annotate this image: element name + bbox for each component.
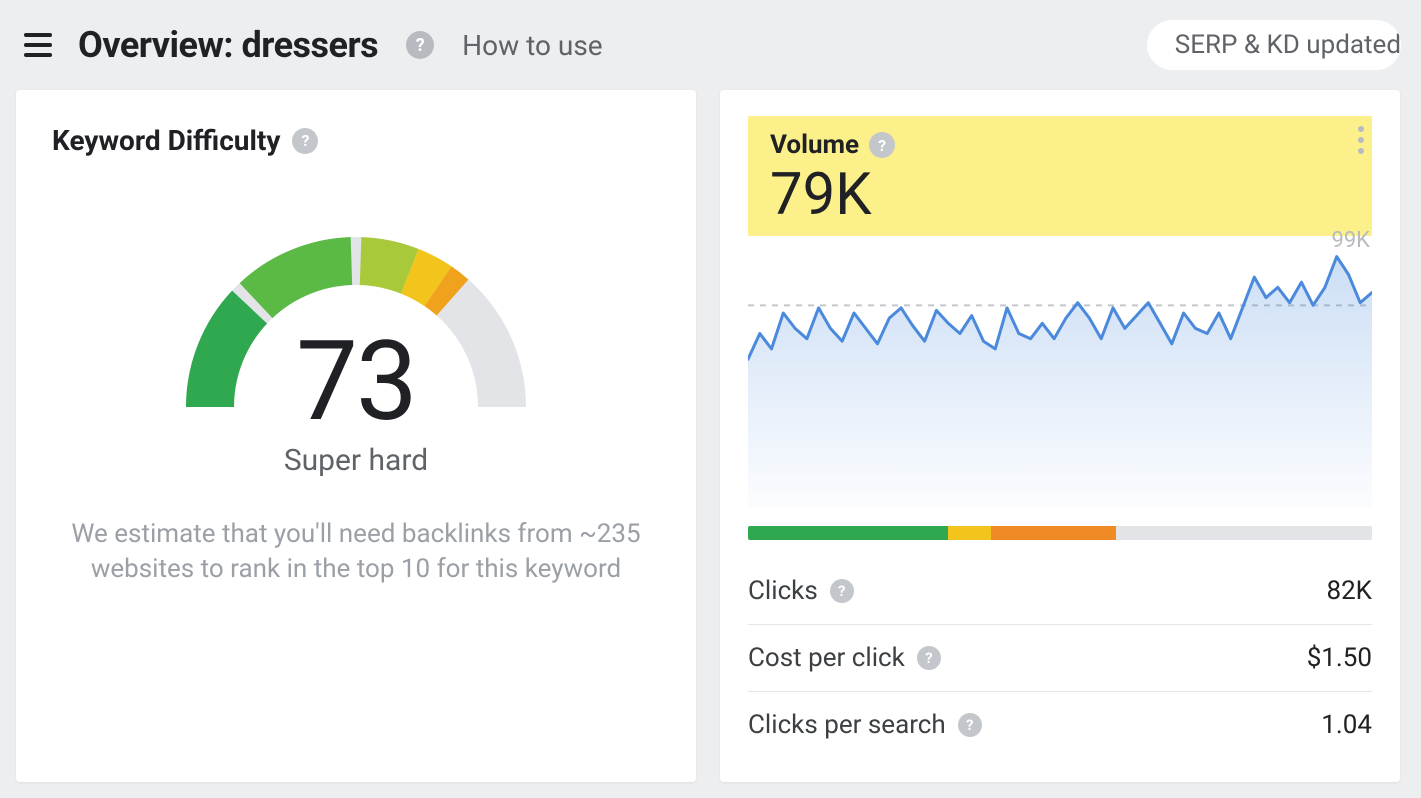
metric-row: Cost per click? $1.50 [748,625,1372,692]
metric-label: Clicks per search [748,710,946,740]
title-keyword: dressers [242,24,379,66]
volume-title: Volume [770,130,859,160]
help-icon[interactable]: ? [830,579,854,603]
title-prefix: Overview: [78,24,242,66]
metric-label: Cost per click [748,643,905,673]
distribution-segment [1116,526,1372,540]
help-icon[interactable]: ? [917,646,941,670]
serp-status-pill[interactable]: SERP & KD updated [1147,20,1401,70]
help-icon[interactable]: ? [958,713,982,737]
help-icon[interactable]: ? [292,128,318,154]
metric-value: $1.50 [1307,643,1372,673]
menu-icon[interactable] [20,29,56,61]
how-to-use-link[interactable]: How to use [462,29,602,62]
distribution-segment [948,526,992,540]
metric-value: 82K [1326,576,1372,606]
volume-card: Volume ? 79K 99K Clicks? 82K Cost per clic… [720,90,1400,782]
help-icon[interactable]: ? [406,31,434,59]
kebab-menu-icon[interactable] [1352,120,1370,160]
help-icon[interactable]: ? [869,132,895,158]
volume-peak-label: 99K [1331,228,1370,253]
metric-value: 1.04 [1321,710,1372,740]
kd-gauge: 73 Super hard [166,207,546,427]
volume-distribution-bar [748,526,1372,540]
metric-row: Clicks? 82K [748,558,1372,625]
page-title: Overview: dressers [78,24,378,66]
distribution-segment [748,526,948,540]
volume-metrics: Clicks? 82K Cost per click? $1.50 Clicks per… [748,558,1372,758]
keyword-difficulty-card: Keyword Difficulty ? 73 Super hard We es… [16,90,696,782]
volume-highlight: Volume ? 79K [748,116,1372,236]
distribution-segment [991,526,1116,540]
metric-label: Clicks [748,576,818,606]
kd-value: 73 [166,327,546,437]
metric-row: Clicks per search? 1.04 [748,692,1372,758]
kd-title: Keyword Difficulty [52,124,280,157]
volume-value: 79K [770,166,1350,224]
volume-chart [748,254,1372,508]
kd-label: Super hard [166,443,546,478]
